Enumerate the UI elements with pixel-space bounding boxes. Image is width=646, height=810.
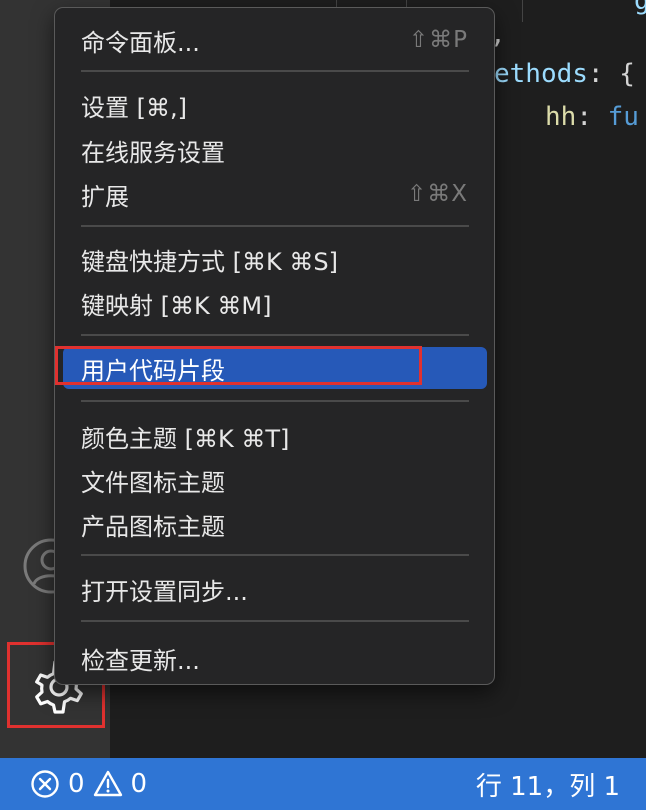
menu-item-keyboard-shortcuts[interactable]: 键盘快捷方式 [⌘K ⌘S] — [55, 237, 494, 281]
menu-item-online-settings[interactable]: 在线服务设置 — [55, 128, 494, 172]
menu-item-settings-sync[interactable]: 打开设置同步... — [55, 567, 494, 611]
code-hh: hh — [545, 102, 577, 132]
code-methods: ethods — [494, 59, 588, 89]
status-bar: 0 0 行 11，列 1 — [0, 758, 646, 810]
menu-item-file-icon-theme[interactable]: 文件图标主题 — [55, 458, 494, 502]
cursor-position[interactable]: 行 11，列 1 — [476, 758, 620, 810]
menu-item-color-theme[interactable]: 颜色主题 [⌘K ⌘T] — [55, 414, 494, 458]
menu-item-label: 在线服务设置 — [81, 138, 225, 167]
error-circle-icon — [31, 770, 59, 798]
menu-separator — [81, 400, 469, 402]
menu-item-settings[interactable]: 设置 [⌘,] — [55, 83, 494, 127]
menu-item-shortcut: ⇧⌘X — [406, 181, 468, 207]
warning-triangle-icon — [93, 770, 122, 797]
menu-item-label: 设置 [⌘,] — [81, 93, 187, 122]
errors-status: 0 — [30, 769, 85, 799]
menu-separator — [81, 225, 469, 227]
menu-item-label: 产品图标主题 — [81, 512, 225, 541]
menu-item-check-updates[interactable]: 检查更新... — [55, 636, 494, 680]
code-fragment-top: g — [634, 0, 646, 16]
menu-item-command-palette[interactable]: 命令面板... ⇧⌘P — [55, 18, 494, 62]
menu-item-label: 打开设置同步... — [81, 577, 248, 606]
menu-separator — [81, 620, 469, 622]
warning-count: 0 — [130, 769, 148, 799]
menu-item-keymaps[interactable]: 键映射 [⌘K ⌘M] — [55, 281, 494, 325]
problems-indicator[interactable]: 0 0 — [30, 758, 147, 810]
code-methods-brace: : { — [587, 59, 635, 89]
code-hh-colon: : — [576, 102, 592, 132]
error-count: 0 — [68, 769, 85, 799]
menu-item-label: 用户代码片段 — [81, 356, 225, 385]
code-line-2: ethods: { — [494, 59, 635, 89]
vscode-window: g , ethods: { hh: fu 命令面板... ⇧⌘P 设置 [⌘,]… — [0, 0, 646, 810]
warnings-status: 0 — [93, 769, 148, 799]
menu-item-label: 键映射 [⌘K ⌘M] — [81, 291, 272, 320]
code-line-3: hh: fu — [545, 102, 639, 132]
menu-item-product-icon-theme[interactable]: 产品图标主题 — [55, 502, 494, 546]
menu-separator — [81, 334, 469, 336]
code-fu: fu — [607, 102, 639, 132]
menu-item-label: 检查更新... — [81, 646, 200, 675]
menu-separator — [81, 70, 469, 72]
menu-item-extensions[interactable]: 扩展 ⇧⌘X — [55, 172, 494, 216]
menu-item-shortcut: ⇧⌘P — [408, 27, 468, 53]
menu-item-label: 文件图标主题 — [81, 468, 225, 497]
menu-item-label: 颜色主题 [⌘K ⌘T] — [81, 424, 290, 453]
menu-item-user-snippets[interactable]: 用户代码片段 — [63, 347, 487, 389]
menu-separator — [81, 554, 469, 556]
manage-context-menu: 命令面板... ⇧⌘P 设置 [⌘,] 在线服务设置 扩展 ⇧⌘X 键盘快捷方式… — [54, 7, 495, 685]
menu-item-label: 键盘快捷方式 [⌘K ⌘S] — [81, 247, 338, 276]
